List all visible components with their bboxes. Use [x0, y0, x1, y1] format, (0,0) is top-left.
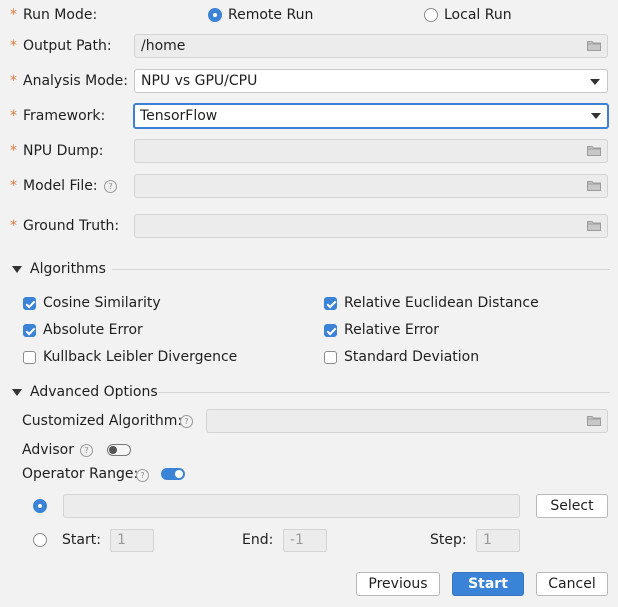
- npu-dump-field[interactable]: [134, 139, 608, 163]
- required-star: *: [10, 108, 17, 124]
- relative-error-label[interactable]: Relative Error: [344, 321, 439, 339]
- help-icon[interactable]: ?: [80, 444, 93, 457]
- output-path-value: /home: [141, 38, 186, 54]
- output-path-field[interactable]: /home: [134, 34, 608, 58]
- framework-label: * Framework:: [10, 105, 105, 127]
- help-icon[interactable]: ?: [104, 180, 117, 193]
- cancel-button[interactable]: Cancel: [536, 572, 608, 596]
- operator-range-label: Operator Range:: [22, 466, 139, 482]
- ground-truth-label-text: Ground Truth:: [23, 218, 120, 234]
- remote-run-radio[interactable]: [208, 8, 222, 22]
- local-run-radio[interactable]: [424, 8, 438, 22]
- required-star: *: [10, 143, 17, 159]
- analysis-mode-select[interactable]: NPU vs GPU/CPU: [134, 69, 608, 93]
- advisor-label: Advisor: [22, 442, 75, 458]
- cosine-similarity-checkbox[interactable]: [23, 297, 36, 310]
- previous-button[interactable]: Previous: [356, 572, 440, 596]
- operator-list-radio[interactable]: [33, 499, 47, 513]
- step-input[interactable]: 1: [476, 529, 520, 552]
- run-mode-label: * Run Mode:: [10, 4, 97, 26]
- end-input[interactable]: -1: [283, 529, 327, 552]
- operator-range-toggle[interactable]: [161, 468, 185, 480]
- section-divider: [112, 269, 610, 270]
- section-divider: [158, 392, 610, 393]
- required-star: *: [10, 218, 17, 234]
- folder-icon[interactable]: [587, 415, 601, 426]
- standard-deviation-label[interactable]: Standard Deviation: [344, 348, 479, 366]
- output-path-label-text: Output Path:: [23, 38, 112, 54]
- range-radio[interactable]: [33, 533, 47, 547]
- start-input[interactable]: 1: [110, 529, 154, 552]
- required-star: *: [10, 178, 17, 194]
- analysis-mode-value: NPU vs GPU/CPU: [141, 73, 258, 89]
- model-file-label-text: Model File:: [23, 178, 98, 194]
- end-label: End:: [242, 532, 274, 548]
- folder-icon[interactable]: [587, 40, 601, 51]
- run-mode-label-text: Run Mode:: [23, 7, 98, 23]
- chevron-down-icon: [591, 113, 601, 119]
- select-button[interactable]: Select: [536, 494, 608, 518]
- kullback-leibler-divergence-checkbox[interactable]: [23, 351, 36, 364]
- required-star: *: [10, 73, 17, 89]
- start-button[interactable]: Start: [452, 572, 524, 596]
- absolute-error-label[interactable]: Absolute Error: [43, 321, 143, 339]
- required-star: *: [10, 7, 17, 23]
- folder-icon[interactable]: [587, 145, 601, 156]
- relative-euclidean-distance-label[interactable]: Relative Euclidean Distance: [344, 294, 539, 312]
- folder-icon[interactable]: [587, 220, 601, 231]
- model-file-field[interactable]: [134, 174, 608, 198]
- model-file-label: * Model File:: [10, 175, 98, 197]
- framework-value: TensorFlow: [140, 108, 218, 124]
- kullback-leibler-divergence-label[interactable]: Kullback Leibler Divergence: [43, 348, 237, 366]
- absolute-error-checkbox[interactable]: [23, 324, 36, 337]
- relative-error-checkbox[interactable]: [324, 324, 337, 337]
- operator-list-field[interactable]: [63, 494, 520, 518]
- help-icon[interactable]: ?: [136, 469, 149, 482]
- framework-label-text: Framework:: [23, 108, 106, 124]
- algorithms-section-title[interactable]: Algorithms: [30, 259, 106, 279]
- local-run-label[interactable]: Local Run: [444, 4, 512, 26]
- advanced-options-section-title[interactable]: Advanced Options: [30, 382, 158, 402]
- collapse-triangle-icon[interactable]: [12, 389, 22, 396]
- npu-dump-label: * NPU Dump:: [10, 140, 104, 162]
- customized-algorithm-field[interactable]: [206, 409, 608, 433]
- analysis-mode-label-text: Analysis Mode:: [23, 73, 128, 89]
- cosine-similarity-label[interactable]: Cosine Similarity: [43, 294, 161, 312]
- relative-euclidean-distance-checkbox[interactable]: [324, 297, 337, 310]
- standard-deviation-checkbox[interactable]: [324, 351, 337, 364]
- folder-icon[interactable]: [587, 180, 601, 191]
- required-star: *: [10, 38, 17, 54]
- ground-truth-field[interactable]: [134, 214, 608, 238]
- step-label: Step:: [430, 532, 467, 548]
- remote-run-label[interactable]: Remote Run: [228, 4, 313, 26]
- framework-select[interactable]: TensorFlow: [133, 103, 609, 129]
- ground-truth-label: * Ground Truth:: [10, 215, 119, 237]
- analysis-mode-label: * Analysis Mode:: [10, 70, 128, 92]
- customized-algorithm-label: Customized Algorithm:: [22, 413, 183, 429]
- npu-dump-label-text: NPU Dump:: [23, 143, 104, 159]
- help-icon[interactable]: ?: [180, 415, 193, 428]
- start-label: Start:: [62, 532, 101, 548]
- collapse-triangle-icon[interactable]: [12, 266, 22, 273]
- advisor-toggle[interactable]: [107, 444, 131, 456]
- chevron-down-icon: [590, 79, 600, 85]
- output-path-label: * Output Path:: [10, 35, 112, 57]
